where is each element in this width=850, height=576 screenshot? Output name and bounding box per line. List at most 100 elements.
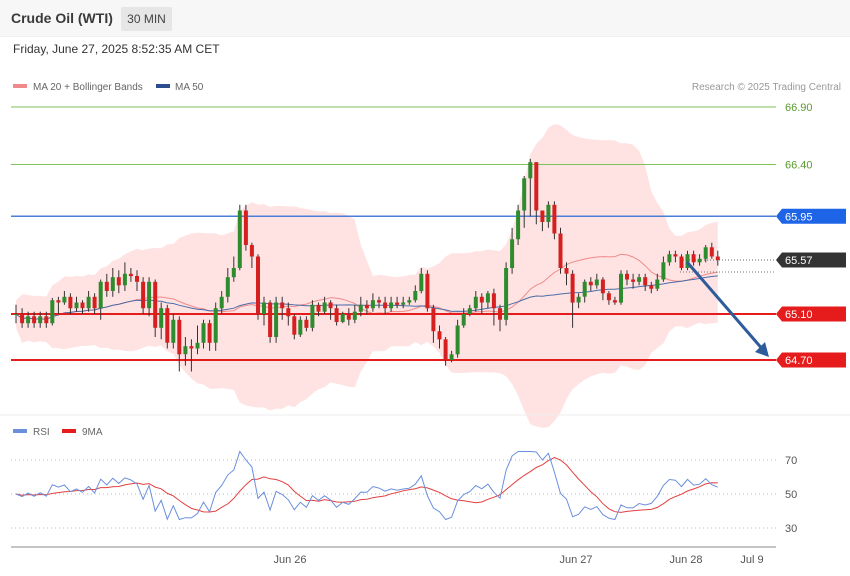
candle-body — [262, 302, 266, 314]
rsi-panel: 70 50 30 — [11, 450, 797, 535]
candle-body — [116, 277, 121, 286]
ma50-legend-swatch — [156, 84, 170, 88]
candle-body — [407, 300, 412, 303]
candle-body — [637, 277, 642, 282]
candle-body — [86, 296, 91, 309]
candle-body — [552, 204, 557, 234]
candle-body — [558, 233, 563, 268]
candle-body — [62, 296, 67, 303]
candle-body — [92, 296, 97, 309]
candle-body — [334, 308, 339, 322]
candle-body — [546, 204, 551, 222]
candle-body — [461, 314, 466, 326]
ma20-legend-swatch — [13, 84, 27, 88]
candle-body — [401, 302, 406, 305]
candle-body — [643, 277, 648, 286]
rsi-ma-legend-label: 9MA — [82, 427, 103, 438]
candle-body — [110, 277, 115, 291]
rsi-legend: RSI 9MA — [13, 427, 103, 438]
candle-body — [709, 247, 714, 257]
time-tick-label: Jun 26 — [273, 554, 306, 566]
candle-body — [74, 302, 79, 309]
candle-body — [395, 302, 400, 305]
candle-body — [582, 281, 587, 297]
candle-body — [631, 279, 636, 282]
candle-body — [498, 308, 502, 320]
candle-body — [147, 281, 152, 309]
candle-body — [594, 279, 599, 286]
candle-body — [383, 302, 388, 309]
price-chart: MA 20 + Bollinger Bands MA 50 Research ©… — [0, 82, 850, 566]
candle-body — [256, 256, 260, 314]
candle-body — [600, 279, 605, 294]
candle-body — [437, 331, 442, 340]
candle-body — [346, 314, 351, 320]
candle-body — [431, 308, 436, 332]
candle-body — [135, 276, 139, 282]
candle-body — [44, 316, 49, 324]
research-credit: Research © 2025 Trading Central — [692, 82, 841, 93]
candle-body — [479, 296, 484, 303]
candle-body — [286, 308, 291, 317]
time-axis: Jun 26 Jun 27 Jun 28 Jul 9 — [11, 546, 776, 566]
bollinger-band — [16, 124, 718, 428]
candle-body — [679, 256, 684, 268]
candle-body — [455, 325, 460, 355]
candle-body — [534, 162, 539, 211]
candle-body — [159, 308, 164, 328]
time-tick-label: Jun 28 — [669, 554, 702, 566]
candle-body — [522, 178, 527, 211]
rsi-legend-label: RSI — [33, 427, 50, 438]
price-legend: MA 20 + Bollinger Bands MA 50 Research ©… — [13, 82, 841, 93]
candle-body — [183, 346, 188, 355]
candle-body — [667, 254, 672, 263]
candle-body — [655, 279, 660, 289]
bollinger-band-area — [16, 124, 718, 428]
candle-body — [661, 262, 666, 280]
candle-body — [32, 316, 37, 324]
candle-body — [268, 302, 273, 337]
candle-body — [292, 316, 297, 335]
time-tick-label: Jun 27 — [559, 554, 592, 566]
candle-body — [237, 210, 242, 268]
candle-body — [304, 319, 309, 328]
rsi-tick-70: 70 — [785, 455, 797, 467]
candle-body — [370, 300, 375, 309]
candle-body — [606, 293, 611, 301]
candle-body — [328, 302, 333, 309]
candle-body — [243, 210, 248, 245]
candle-body — [195, 342, 200, 349]
candle-body — [358, 304, 363, 312]
rsi-legend-swatch — [13, 429, 27, 433]
time-tick-label: Jul 9 — [740, 554, 763, 566]
candle-body — [274, 302, 279, 337]
candle-body — [207, 323, 212, 343]
candle-body — [298, 319, 303, 335]
level-label-66.90: 66.90 — [785, 102, 813, 114]
candle-body — [504, 268, 509, 320]
candle-body — [128, 273, 133, 277]
candle-body — [588, 281, 593, 286]
candle-body — [485, 293, 490, 303]
candle-body — [280, 302, 285, 309]
candle-body — [122, 273, 127, 286]
candle-body — [570, 273, 575, 303]
candle-body — [564, 268, 569, 274]
candle-body — [352, 311, 357, 320]
candle-body — [50, 300, 55, 324]
candle-body — [14, 314, 18, 315]
candle-body — [673, 254, 678, 257]
candle-body — [316, 304, 321, 312]
candle-body — [612, 300, 617, 303]
candle-body — [165, 308, 170, 343]
candle-body — [425, 273, 430, 309]
candle-body — [201, 323, 206, 343]
candle-body — [322, 302, 327, 312]
rsi-ma-line — [15, 456, 718, 513]
candle-body — [540, 210, 545, 222]
candle-body — [98, 281, 103, 309]
candle-body — [231, 268, 236, 278]
candle-body — [219, 296, 224, 309]
candle-body — [364, 304, 369, 309]
level-label-64.70: 64.70 — [785, 355, 813, 367]
